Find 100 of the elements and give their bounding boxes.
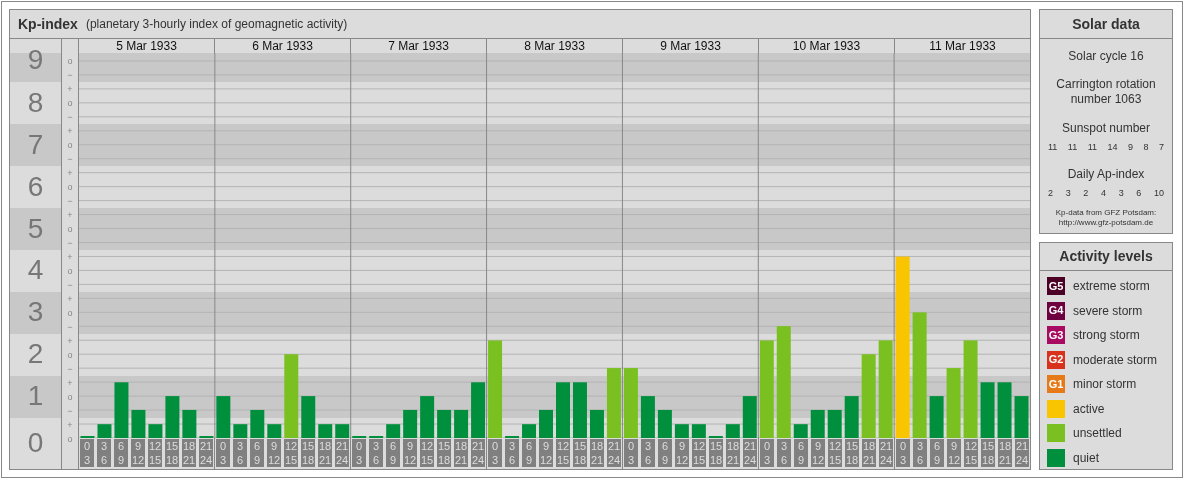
time-slot-label: 15 18 <box>165 439 179 467</box>
sublevel-mark: − <box>66 279 74 290</box>
sublevel-mark: − <box>66 363 74 374</box>
time-slot-label: 21 24 <box>471 439 485 467</box>
ap-label: Daily Ap-index <box>1067 165 1145 183</box>
time-slot-label: 15 18 <box>437 439 451 467</box>
ap-value: 10 <box>1153 186 1164 200</box>
axis-label: 4 <box>27 256 44 285</box>
ap-value: 3 <box>1118 186 1124 200</box>
time-slot-label: 3 6 <box>233 439 247 467</box>
axis-label: 7 <box>27 130 44 159</box>
ap-value: 2 <box>1083 186 1089 200</box>
sublevel-mark: o <box>66 97 74 108</box>
ap-value: 3 <box>1065 186 1071 200</box>
level-label: severe storm <box>1073 302 1143 320</box>
level-swatch: G2 <box>1047 350 1065 369</box>
time-slot-label: 6 9 <box>658 439 672 467</box>
sublevel-mark: − <box>66 237 74 248</box>
sublevel-mark: − <box>66 405 74 416</box>
time-slot-label: 0 3 <box>216 439 230 467</box>
time-slot-label: 12 15 <box>556 439 570 467</box>
date-label: 9 Mar 1933 <box>660 40 721 52</box>
sunspot-value: 8 <box>1143 141 1149 154</box>
time-slot-label: 18 21 <box>454 439 468 467</box>
axis-label: 3 <box>27 298 44 327</box>
time-slot-label: 3 6 <box>505 439 519 467</box>
date-label: 11 Mar 1933 <box>929 40 996 52</box>
time-slot-label: 9 12 <box>539 439 553 467</box>
sublevel-mark: + <box>66 293 74 304</box>
time-slot-label: 12 15 <box>420 439 434 467</box>
time-slot-label: 0 3 <box>352 439 366 467</box>
time-slot-label: 9 12 <box>811 439 825 467</box>
time-slot-label: 9 12 <box>403 439 417 467</box>
sublevel-mark: o <box>66 349 74 360</box>
level-swatch: G4 <box>1047 301 1065 320</box>
time-slot-label: 0 3 <box>760 439 774 467</box>
time-slot-label: 12 15 <box>828 439 842 467</box>
solar-cycle: Solar cycle 16 <box>1068 48 1144 65</box>
axis-label: 6 <box>27 172 44 201</box>
time-slot-label: 0 3 <box>488 439 502 467</box>
panel-title: Solar data <box>1072 14 1140 34</box>
sublevel-mark: − <box>66 69 74 80</box>
sublevel-mark: o <box>66 181 74 192</box>
time-slot-label: 21 24 <box>607 439 621 467</box>
time-slot-label: 6 9 <box>522 439 536 467</box>
sunspot-value: 11 <box>1048 141 1058 154</box>
sublevel-mark: o <box>66 307 74 318</box>
time-slot-label: 9 12 <box>675 439 689 467</box>
time-slot-label: 3 6 <box>913 439 927 467</box>
level-label: active <box>1073 400 1105 418</box>
panel-title: Kp-index <box>18 14 78 34</box>
time-slot-label: 15 18 <box>573 439 587 467</box>
sublevel-mark: o <box>66 433 74 444</box>
level-label: extreme storm <box>1073 278 1150 295</box>
sublevel-mark: − <box>66 111 74 122</box>
time-slot-label: 0 3 <box>80 439 94 467</box>
panel-subtitle: (planetary 3-hourly index of geomagnetic activity) <box>85 16 348 33</box>
time-slot-label: 21 24 <box>1015 439 1029 467</box>
axis-label: 2 <box>27 340 44 369</box>
time-slot-label: 3 6 <box>641 439 655 467</box>
time-slot-label: 21 24 <box>199 439 213 467</box>
axis-label: 1 <box>27 382 44 411</box>
time-slot-label: 6 9 <box>386 439 400 467</box>
ap-value: 2 <box>1048 186 1053 200</box>
time-slot-label: 18 21 <box>182 439 196 467</box>
time-slot-label: 21 24 <box>335 439 349 467</box>
axis-label: 0 <box>27 429 44 458</box>
sublevel-mark: + <box>66 335 74 346</box>
sunspot-value: 14 <box>1107 141 1118 154</box>
sublevel-mark: o <box>66 223 74 234</box>
time-slot-label: 6 9 <box>114 439 128 467</box>
sublevel-mark: + <box>66 419 74 430</box>
time-slot-label: 15 18 <box>845 439 859 467</box>
ap-value: 6 <box>1136 186 1142 200</box>
sunspot-label: Sunspot number <box>1061 120 1151 137</box>
time-slot-label: 9 12 <box>947 439 961 467</box>
ap-value: 4 <box>1100 186 1106 200</box>
time-slot-label: 0 3 <box>624 439 638 467</box>
sublevel-mark: − <box>66 321 74 332</box>
time-slot-label: 12 15 <box>964 439 978 467</box>
credit-link[interactable]: http://www.gfz-potsdam.de <box>1058 218 1154 228</box>
sublevel-mark: o <box>66 391 74 402</box>
time-slot-label: 21 24 <box>879 439 893 467</box>
level-label: unsettled <box>1073 425 1122 442</box>
sublevel-mark: + <box>66 125 74 136</box>
sublevel-mark: + <box>66 167 74 178</box>
credit-text: Kp-data from GFZ Potsdam: <box>1055 208 1157 218</box>
time-slot-label: 18 21 <box>862 439 876 467</box>
level-label: strong storm <box>1073 327 1140 344</box>
time-slot-label: 6 9 <box>794 439 808 467</box>
sunspot-value: 11 <box>1087 141 1097 154</box>
sunspot-value: 11 <box>1067 141 1078 154</box>
time-slot-label: 3 6 <box>369 439 383 467</box>
time-slot-label: 15 18 <box>981 439 995 467</box>
time-slot-label: 3 6 <box>777 439 791 467</box>
sublevel-mark: + <box>66 251 74 262</box>
date-label: 7 Mar 1933 <box>388 40 449 52</box>
carrington-rotation: Carrington rotation number 1063 <box>1055 77 1157 107</box>
sunspot-value: 7 <box>1159 141 1164 154</box>
sublevel-mark: − <box>66 195 74 206</box>
